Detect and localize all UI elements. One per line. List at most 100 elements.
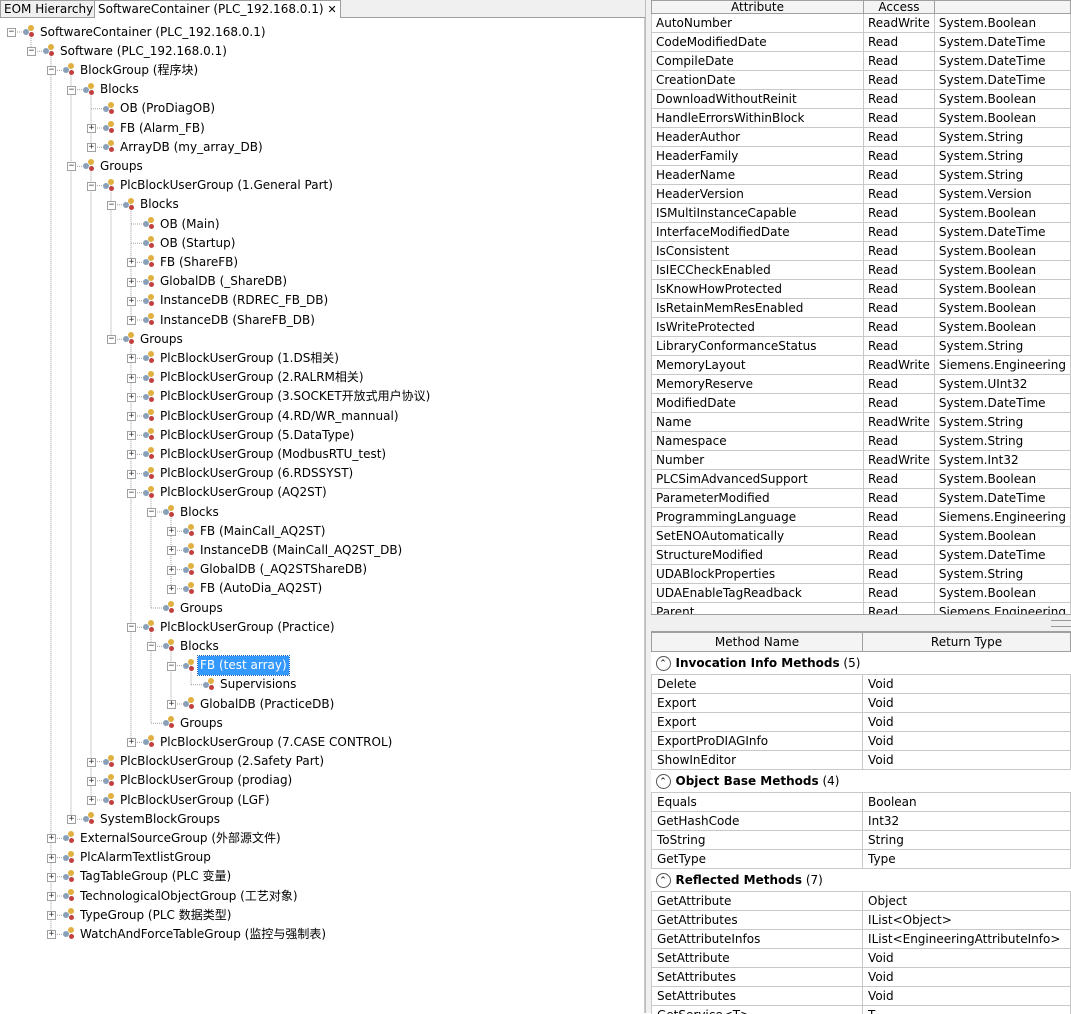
expand-toggle-icon[interactable]: + <box>47 930 56 939</box>
tree-node-label[interactable]: SoftwareContainer (PLC_192.168.0.1) <box>38 23 268 42</box>
expand-toggle-icon[interactable]: + <box>47 873 56 882</box>
attribute-row[interactable]: StructureModifiedReadSystem.DateTime <box>652 546 1071 565</box>
attribute-row[interactable]: ParentReadSiemens.Engineering <box>652 603 1071 616</box>
tree-node-label[interactable]: FB (ShareFB) <box>158 253 240 272</box>
collapse-toggle-icon[interactable]: − <box>7 28 16 37</box>
expand-toggle-icon[interactable]: + <box>47 911 56 920</box>
attribute-row[interactable]: LibraryConformanceStatusReadSystem.Strin… <box>652 337 1071 356</box>
collapse-toggle-icon[interactable]: − <box>107 335 116 344</box>
tree-node-label[interactable]: PlcBlockUserGroup (6.RDSSYST) <box>158 464 355 483</box>
expand-toggle-icon[interactable]: + <box>127 431 136 440</box>
tree-node-label[interactable]: Blocks <box>178 503 221 522</box>
collapse-group-icon[interactable]: ⌃ <box>656 873 671 888</box>
expand-toggle-icon[interactable]: + <box>167 527 176 536</box>
tree-node-label[interactable]: Groups <box>98 157 145 176</box>
tree-node-label[interactable]: Blocks <box>178 637 221 656</box>
method-row[interactable]: ShowInEditorVoid <box>652 751 1071 770</box>
attribute-row[interactable]: CompileDateReadSystem.DateTime <box>652 52 1071 71</box>
tree-node-label[interactable]: OB (Startup) <box>158 234 237 253</box>
collapse-toggle-icon[interactable]: − <box>107 201 116 210</box>
attribute-row[interactable]: DownloadWithoutReinitReadSystem.Boolean <box>652 90 1071 109</box>
tree-node-label[interactable]: Supervisions <box>218 675 298 694</box>
attribute-row[interactable]: MemoryReserveReadSystem.UInt32 <box>652 375 1071 394</box>
tree-node-label[interactable]: PlcBlockUserGroup (LGF) <box>118 791 272 810</box>
attribute-row[interactable]: SetENOAutomaticallyReadSystem.Boolean <box>652 527 1071 546</box>
method-row[interactable]: GetTypeType <box>652 850 1071 869</box>
attribute-row[interactable]: ParameterModifiedReadSystem.DateTime <box>652 489 1071 508</box>
tree-node-label[interactable]: FB (test array) <box>198 656 289 675</box>
attribute-row[interactable]: MemoryLayoutReadWriteSiemens.Engineering <box>652 356 1071 375</box>
splitter-grip-icon[interactable] <box>1051 620 1071 627</box>
tree-node-label[interactable]: GlobalDB (_ShareDB) <box>158 272 289 291</box>
expand-toggle-icon[interactable]: + <box>127 470 136 479</box>
expand-toggle-icon[interactable]: + <box>167 546 176 555</box>
expand-toggle-icon[interactable]: + <box>127 258 136 267</box>
method-group-header[interactable]: ⌃Object Base Methods (4) <box>652 770 1071 793</box>
collapse-toggle-icon[interactable]: − <box>167 662 176 671</box>
expand-toggle-icon[interactable]: + <box>127 412 136 421</box>
tree-node-label[interactable]: InstanceDB (ShareFB_DB) <box>158 311 317 330</box>
expand-toggle-icon[interactable]: + <box>87 758 96 767</box>
tree-node-label[interactable]: Groups <box>178 599 225 618</box>
tree-node-label[interactable]: PlcAlarmTextlistGroup <box>78 848 213 867</box>
expand-toggle-icon[interactable]: + <box>127 297 136 306</box>
collapse-toggle-icon[interactable]: − <box>147 508 156 517</box>
method-row[interactable]: ToStringString <box>652 831 1071 850</box>
tree-node-label[interactable]: GlobalDB (PracticeDB) <box>198 695 336 714</box>
expand-toggle-icon[interactable]: + <box>87 143 96 152</box>
method-row[interactable]: GetAttributeObject <box>652 892 1071 911</box>
method-row[interactable]: GetHashCodeInt32 <box>652 812 1071 831</box>
method-row[interactable]: DeleteVoid <box>652 675 1071 694</box>
attribute-row[interactable]: ISMultiInstanceCapableReadSystem.Boolean <box>652 204 1071 223</box>
tree-node-label[interactable]: PlcBlockUserGroup (prodiag) <box>118 771 294 790</box>
return-type-column-header[interactable]: Return Type <box>863 633 1071 652</box>
method-row[interactable]: SetAttributesVoid <box>652 968 1071 987</box>
tree-node-label[interactable]: GlobalDB (_AQ2STShareDB) <box>198 560 369 579</box>
expand-toggle-icon[interactable]: + <box>127 316 136 325</box>
horizontal-splitter[interactable] <box>651 615 1071 631</box>
collapse-toggle-icon[interactable]: − <box>127 623 136 632</box>
expand-toggle-icon[interactable]: + <box>87 796 96 805</box>
expand-toggle-icon[interactable]: + <box>127 278 136 287</box>
collapse-toggle-icon[interactable]: − <box>87 182 96 191</box>
collapse-toggle-icon[interactable]: − <box>67 162 76 171</box>
tree-node-label[interactable]: Blocks <box>138 195 181 214</box>
attribute-row[interactable]: ProgrammingLanguageReadSiemens.Engineeri… <box>652 508 1071 527</box>
method-row[interactable]: GetAttributeInfosIList<EngineeringAttrib… <box>652 930 1071 949</box>
attribute-row[interactable]: CreationDateReadSystem.DateTime <box>652 71 1071 90</box>
attribute-column-header[interactable]: Attribute <box>652 1 864 14</box>
attribute-row[interactable]: IsRetainMemResEnabledReadSystem.Boolean <box>652 299 1071 318</box>
attribute-row[interactable]: IsKnowHowProtectedReadSystem.Boolean <box>652 280 1071 299</box>
tree-node-label[interactable]: OB (ProDiagOB) <box>118 99 217 118</box>
tree-node-label[interactable]: Software (PLC_192.168.0.1) <box>58 42 229 61</box>
attribute-grid[interactable]: Attribute Access AutoNumberReadWriteSyst… <box>651 0 1071 615</box>
expand-toggle-icon[interactable]: + <box>127 450 136 459</box>
expand-toggle-icon[interactable]: + <box>127 738 136 747</box>
attribute-row[interactable]: HeaderVersionReadSystem.Version <box>652 185 1071 204</box>
tree-node-label[interactable]: Groups <box>138 330 185 349</box>
tree-node-label[interactable]: PlcBlockUserGroup (3.SOCKET开放式用户协议) <box>158 387 432 406</box>
attribute-row[interactable]: InterfaceModifiedDateReadSystem.DateTime <box>652 223 1071 242</box>
tree-node-label[interactable]: PlcBlockUserGroup (7.CASE CONTROL) <box>158 733 394 752</box>
tree-node-label[interactable]: PlcBlockUserGroup (AQ2ST) <box>158 483 329 502</box>
tree-node-label[interactable]: OB (Main) <box>158 215 222 234</box>
attribute-row[interactable]: IsWriteProtectedReadSystem.Boolean <box>652 318 1071 337</box>
expand-toggle-icon[interactable]: + <box>127 354 136 363</box>
expand-toggle-icon[interactable]: + <box>87 777 96 786</box>
tree-node-label[interactable]: FB (Alarm_FB) <box>118 119 207 138</box>
collapse-toggle-icon[interactable]: − <box>67 86 76 95</box>
collapse-toggle-icon[interactable]: − <box>147 642 156 651</box>
tree-node-label[interactable]: FB (AutoDia_AQ2ST) <box>198 579 324 598</box>
expand-toggle-icon[interactable]: + <box>47 854 56 863</box>
attribute-row[interactable]: HeaderAuthorReadSystem.String <box>652 128 1071 147</box>
close-icon[interactable]: ✕ <box>328 3 337 16</box>
tree-node-label[interactable]: TypeGroup (PLC 数据类型) <box>78 906 233 925</box>
tree-node-label[interactable]: BlockGroup (程序块) <box>78 61 200 80</box>
tree-node-label[interactable]: InstanceDB (MainCall_AQ2ST_DB) <box>198 541 404 560</box>
expand-toggle-icon[interactable]: + <box>167 585 176 594</box>
attribute-row[interactable]: NumberReadWriteSystem.Int32 <box>652 451 1071 470</box>
attribute-row[interactable]: IsIECCheckEnabledReadSystem.Boolean <box>652 261 1071 280</box>
attribute-row[interactable]: HeaderNameReadSystem.String <box>652 166 1071 185</box>
attribute-row[interactable]: HeaderFamilyReadSystem.String <box>652 147 1071 166</box>
tree-node-label[interactable]: PlcBlockUserGroup (1.General Part) <box>118 176 335 195</box>
